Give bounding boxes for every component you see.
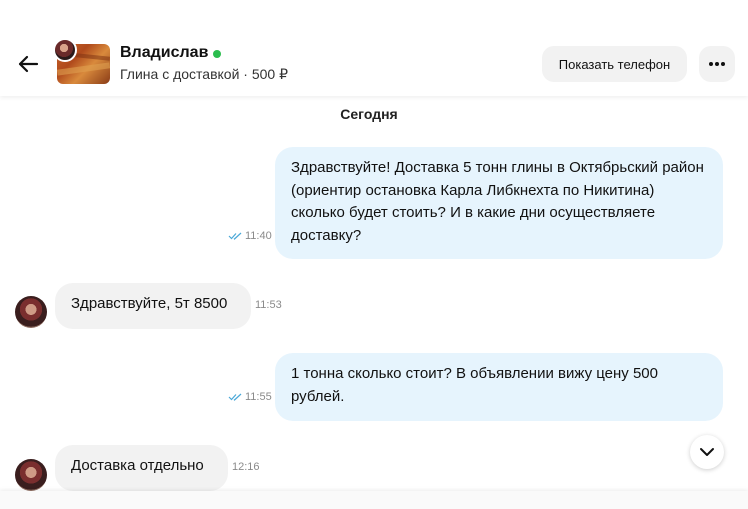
message-text: 1 тонна сколько стоит? В объявлении вижу… — [291, 365, 658, 405]
more-dots-icon — [709, 62, 725, 66]
outgoing-message[interactable]: 1 тонна сколько стоит? В объявлении вижу… — [275, 353, 723, 421]
incoming-message[interactable]: Здравствуйте, 5т 8500 — [55, 283, 251, 329]
seller-avatar — [15, 459, 47, 491]
read-check-icon — [228, 393, 242, 401]
message-time: 12:16 — [232, 461, 260, 473]
composer-edge — [0, 491, 748, 509]
seller-avatar — [53, 38, 77, 62]
outgoing-message[interactable]: Здравствуйте! Доставка 5 тонн глины в Ок… — [275, 147, 723, 259]
more-button[interactable] — [699, 46, 735, 82]
online-status-dot — [213, 50, 221, 58]
chat-header: Владислав Глина с доставкой · 500 ₽ Пока… — [0, 0, 748, 96]
back-button[interactable] — [14, 50, 42, 78]
seller-avatar — [15, 296, 47, 328]
message-meta: 11:53 — [255, 299, 282, 311]
message-time: 11:40 — [245, 230, 272, 242]
message-time: 11:55 — [245, 391, 272, 403]
message-meta: 11:55 — [228, 391, 272, 403]
message-text: Здравствуйте! Доставка 5 тонн глины в Ок… — [291, 159, 704, 244]
message-meta: 12:16 — [232, 461, 260, 473]
message-text: Доставка отдельно — [71, 457, 204, 474]
message-text: Здравствуйте, 5т 8500 — [71, 295, 228, 312]
seller-name[interactable]: Владислав — [120, 44, 208, 62]
message-meta: 11:40 — [228, 230, 272, 242]
day-separator: Сегодня — [340, 106, 398, 122]
scroll-down-button[interactable] — [690, 435, 724, 469]
back-arrow-icon — [18, 55, 39, 73]
read-check-icon — [228, 232, 242, 240]
listing-title[interactable]: Глина с доставкой · 500 ₽ — [120, 66, 288, 83]
message-time: 11:53 — [255, 299, 282, 311]
show-phone-button[interactable]: Показать телефон — [542, 46, 687, 82]
chevron-down-icon — [700, 448, 714, 456]
incoming-message[interactable]: Доставка отдельно — [55, 445, 228, 491]
